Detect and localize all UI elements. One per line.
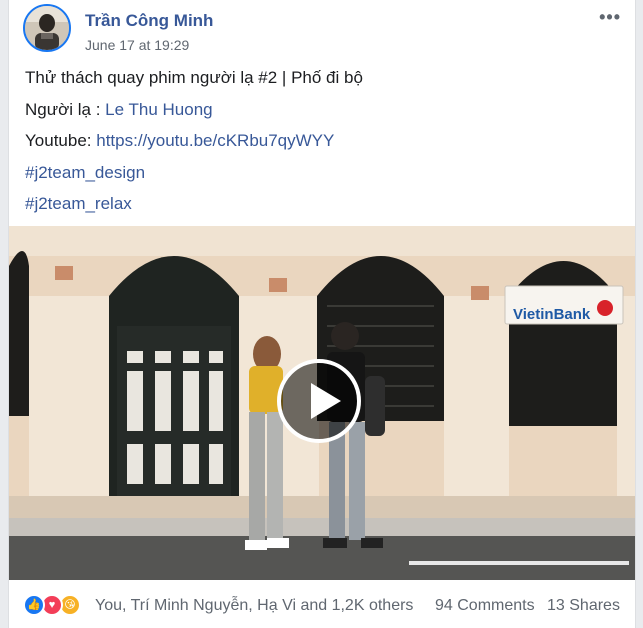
hashtag-design-link[interactable]: #j2team_design: [25, 163, 145, 182]
post-title: Thử thách quay phim người lạ #2 | Phố đi…: [25, 68, 363, 87]
stranger-name-link[interactable]: Le Thu Huong: [105, 100, 212, 119]
more-options-icon[interactable]: •••: [599, 8, 621, 26]
hashtag-relax-line: #j2team_relax: [25, 188, 363, 220]
post-footer: 👍 ♥ 😘 You, Trí Minh Nguyễn, Hạ Vi and 1,…: [9, 586, 635, 628]
bank-sign-text: VietinBank: [513, 306, 591, 323]
hashtag-relax-link[interactable]: #j2team_relax: [25, 194, 132, 213]
stranger-label: Người lạ :: [25, 99, 106, 119]
avatar[interactable]: [23, 4, 71, 52]
author-name[interactable]: Trần Công Minh: [85, 11, 213, 31]
youtube-link[interactable]: https://youtu.be/cKRbu7qyWYY: [96, 131, 334, 150]
youtube-label: Youtube:: [25, 131, 97, 150]
hashtag-design-line: #j2team_design: [25, 157, 363, 189]
post-header: Trần Công Minh June 17 at 19:29 •••: [23, 4, 623, 54]
youtube-line: Youtube: https://youtu.be/cKRbu7qyWYY: [25, 125, 363, 157]
like-icon: 👍: [23, 594, 45, 616]
post-text: Thử thách quay phim người lạ #2 | Phố đi…: [25, 62, 363, 220]
stranger-line: Người lạ : Le Thu Huong: [25, 94, 363, 126]
comments-count-link[interactable]: 94 Comments: [435, 597, 535, 615]
post-card: Trần Công Minh June 17 at 19:29 ••• Thử …: [8, 0, 636, 628]
reaction-names[interactable]: You, Trí Minh Nguyễn, Hạ Vi and 1,2K oth…: [95, 597, 413, 615]
post-timestamp[interactable]: June 17 at 19:29: [85, 37, 189, 53]
play-icon[interactable]: [277, 359, 361, 443]
video-player[interactable]: VietinBank: [9, 226, 635, 580]
shares-count-link[interactable]: 13 Shares: [547, 597, 620, 615]
